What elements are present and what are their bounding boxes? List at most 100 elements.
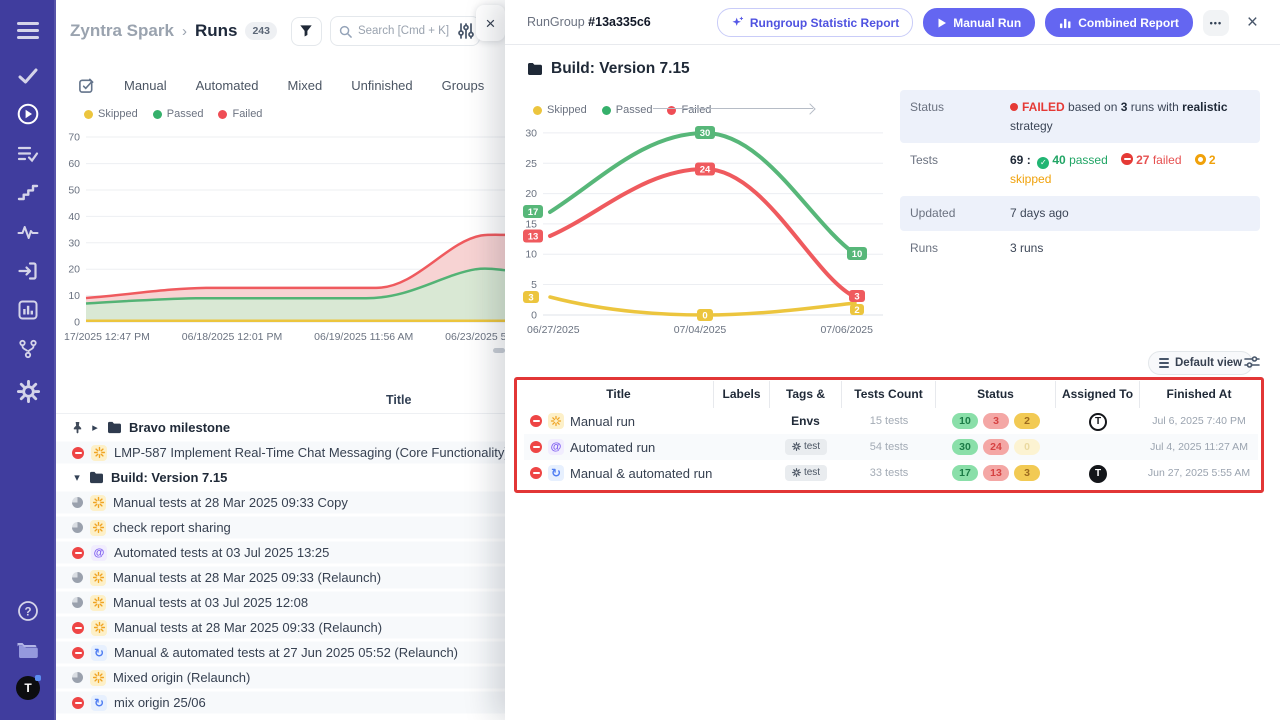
table-header: Title Labels Tags & Envs Tests Count Sta…: [524, 381, 1258, 408]
svg-text:24: 24: [700, 165, 711, 176]
manual-run-icon: [91, 445, 107, 461]
col-tests-count[interactable]: Tests Count: [842, 381, 936, 408]
col-status[interactable]: Status: [936, 381, 1056, 408]
tab-manual[interactable]: Manual: [124, 78, 167, 93]
activity-pulse-icon[interactable]: [16, 220, 40, 244]
close-icon: ×: [1247, 12, 1258, 33]
svg-text:30: 30: [700, 128, 711, 139]
svg-text:20: 20: [68, 264, 80, 276]
list-item[interactable]: @ Automated tests at 03 Jul 2025 13:25: [56, 540, 505, 565]
status-failed-icon: [72, 447, 84, 459]
status-unfinished-icon: [72, 672, 83, 683]
mixed-run-icon: ↻: [91, 695, 107, 711]
branch-icon[interactable]: [16, 337, 40, 361]
statistic-report-button[interactable]: Rungroup Statistic Report: [717, 8, 913, 37]
list-item[interactable]: Mixed origin (Relaunch): [56, 665, 505, 690]
svg-text:40: 40: [68, 211, 80, 223]
col-finished-at[interactable]: Finished At: [1140, 381, 1258, 408]
funnel-icon: [299, 24, 313, 38]
table-row[interactable]: ↻ Manual & automated run test 33 tests 1…: [524, 460, 1258, 486]
status-failed-icon: [72, 697, 84, 709]
more-actions-button[interactable]: •••: [1203, 10, 1229, 36]
runs-play-icon[interactable]: [16, 102, 40, 126]
assignee-avatar[interactable]: T: [1089, 413, 1107, 431]
finished-at: Jul 4, 2025 11:27 AM: [1140, 441, 1258, 453]
gear-icon[interactable]: [16, 379, 40, 403]
select-runs-icon[interactable]: [78, 77, 95, 94]
line-chart-x-labels: 06/27/202507/04/202507/06/2025: [527, 324, 873, 336]
gear-icon: [792, 442, 801, 451]
col-tags-envs[interactable]: Tags & Envs: [770, 381, 842, 408]
col-title[interactable]: Title: [524, 381, 714, 408]
menu-icon[interactable]: [16, 18, 40, 42]
page-header: Zyntra Spark › Runs 243: [70, 16, 480, 46]
import-icon[interactable]: [16, 259, 40, 283]
help-icon[interactable]: ?: [16, 599, 40, 623]
updated-label: Updated: [910, 204, 1010, 223]
horizontal-scrollbar[interactable]: [493, 348, 505, 353]
status-unfinished-icon: [72, 497, 83, 508]
list-item[interactable]: check report sharing: [56, 515, 505, 540]
table-settings-icon[interactable]: [1244, 355, 1260, 374]
tab-unfinished[interactable]: Unfinished: [351, 78, 412, 93]
list-item[interactable]: Manual tests at 03 Jul 2025 12:08: [56, 590, 505, 615]
run-title: LMP-587 Implement Real-Time Chat Messagi…: [114, 445, 505, 460]
list-item[interactable]: ↻ mix origin 25/06: [56, 690, 505, 715]
manual-run-button[interactable]: Manual Run: [923, 8, 1035, 37]
filter-button[interactable]: [291, 17, 322, 46]
tag-pill[interactable]: test: [785, 465, 827, 481]
default-view-button[interactable]: Default view: [1148, 351, 1253, 375]
skipped-pill: 2: [1014, 413, 1040, 429]
breadcrumb-app[interactable]: Zyntra Spark: [70, 21, 174, 41]
list-item[interactable]: LMP-587 Implement Real-Time Chat Messagi…: [56, 440, 505, 465]
run-title: Manual tests at 28 Mar 2025 09:33 Copy: [113, 495, 348, 510]
caret-down-icon[interactable]: ▾: [72, 471, 82, 484]
status-badge: FAILED: [1022, 100, 1065, 114]
finished-at: Jun 27, 2025 5:55 AM: [1140, 467, 1258, 479]
run-title: Mixed origin (Relaunch): [113, 670, 250, 685]
combined-report-button[interactable]: Combined Report: [1045, 8, 1193, 37]
table-row[interactable]: @ Automated run test 54 tests 30 24 0 Ju…: [524, 434, 1258, 460]
col-labels[interactable]: Labels: [714, 381, 770, 408]
list-item[interactable]: ▾ Build: Version 7.15: [56, 465, 505, 490]
bar-chart-icon[interactable]: [16, 298, 40, 322]
steps-icon[interactable]: [16, 181, 40, 205]
play-icon: [937, 18, 947, 28]
folders-icon[interactable]: [16, 638, 40, 662]
svg-text:5: 5: [531, 279, 537, 291]
list-item[interactable]: Manual tests at 28 Mar 2025 09:33 (Relau…: [56, 615, 505, 640]
detail-updated-row: Updated 7 days ago: [900, 196, 1260, 231]
col-assigned-to[interactable]: Assigned To: [1056, 381, 1140, 408]
status-unfinished-icon: [72, 522, 83, 533]
list-item[interactable]: ▸ Bravo milestone: [56, 415, 505, 440]
table-row[interactable]: Manual run 15 tests 10 3 2 T Jul 6, 2025…: [524, 408, 1258, 434]
run-title: Manual & automated run: [570, 466, 712, 481]
svg-text:10: 10: [68, 290, 80, 302]
svg-text:13: 13: [528, 232, 539, 243]
report-bars-icon: [1059, 17, 1072, 29]
tag-pill[interactable]: test: [785, 439, 827, 455]
check-icon[interactable]: [16, 64, 40, 88]
assignee-avatar[interactable]: T: [1089, 465, 1107, 483]
list-check-icon[interactable]: [16, 142, 40, 166]
pin-icon: [72, 421, 83, 434]
status-failed-icon: [530, 415, 542, 427]
list-item[interactable]: Manual tests at 28 Mar 2025 09:33 Copy: [56, 490, 505, 515]
tab-automated[interactable]: Automated: [196, 78, 259, 93]
svg-text:10: 10: [525, 249, 537, 261]
panel-close-button[interactable]: ×: [476, 5, 505, 41]
svg-text:20: 20: [525, 188, 537, 200]
view-settings-icon[interactable]: [457, 22, 475, 45]
search-input[interactable]: [358, 25, 468, 37]
run-title: Automated tests at 03 Jul 2025 13:25: [114, 545, 329, 560]
skipped-pill: 3: [1014, 465, 1040, 481]
user-avatar[interactable]: T: [16, 676, 40, 700]
caret-right-icon[interactable]: ▸: [90, 421, 100, 434]
tab-groups[interactable]: Groups: [442, 78, 485, 93]
list-item[interactable]: Manual tests at 28 Mar 2025 09:33 (Relau…: [56, 565, 505, 590]
drawer-close-button[interactable]: ×: [1247, 13, 1258, 32]
tab-mixed[interactable]: Mixed: [288, 78, 323, 93]
list-item[interactable]: ↻ Manual & automated tests at 27 Jun 202…: [56, 640, 505, 665]
svg-text:3: 3: [528, 293, 533, 304]
svg-text:70: 70: [68, 132, 80, 144]
